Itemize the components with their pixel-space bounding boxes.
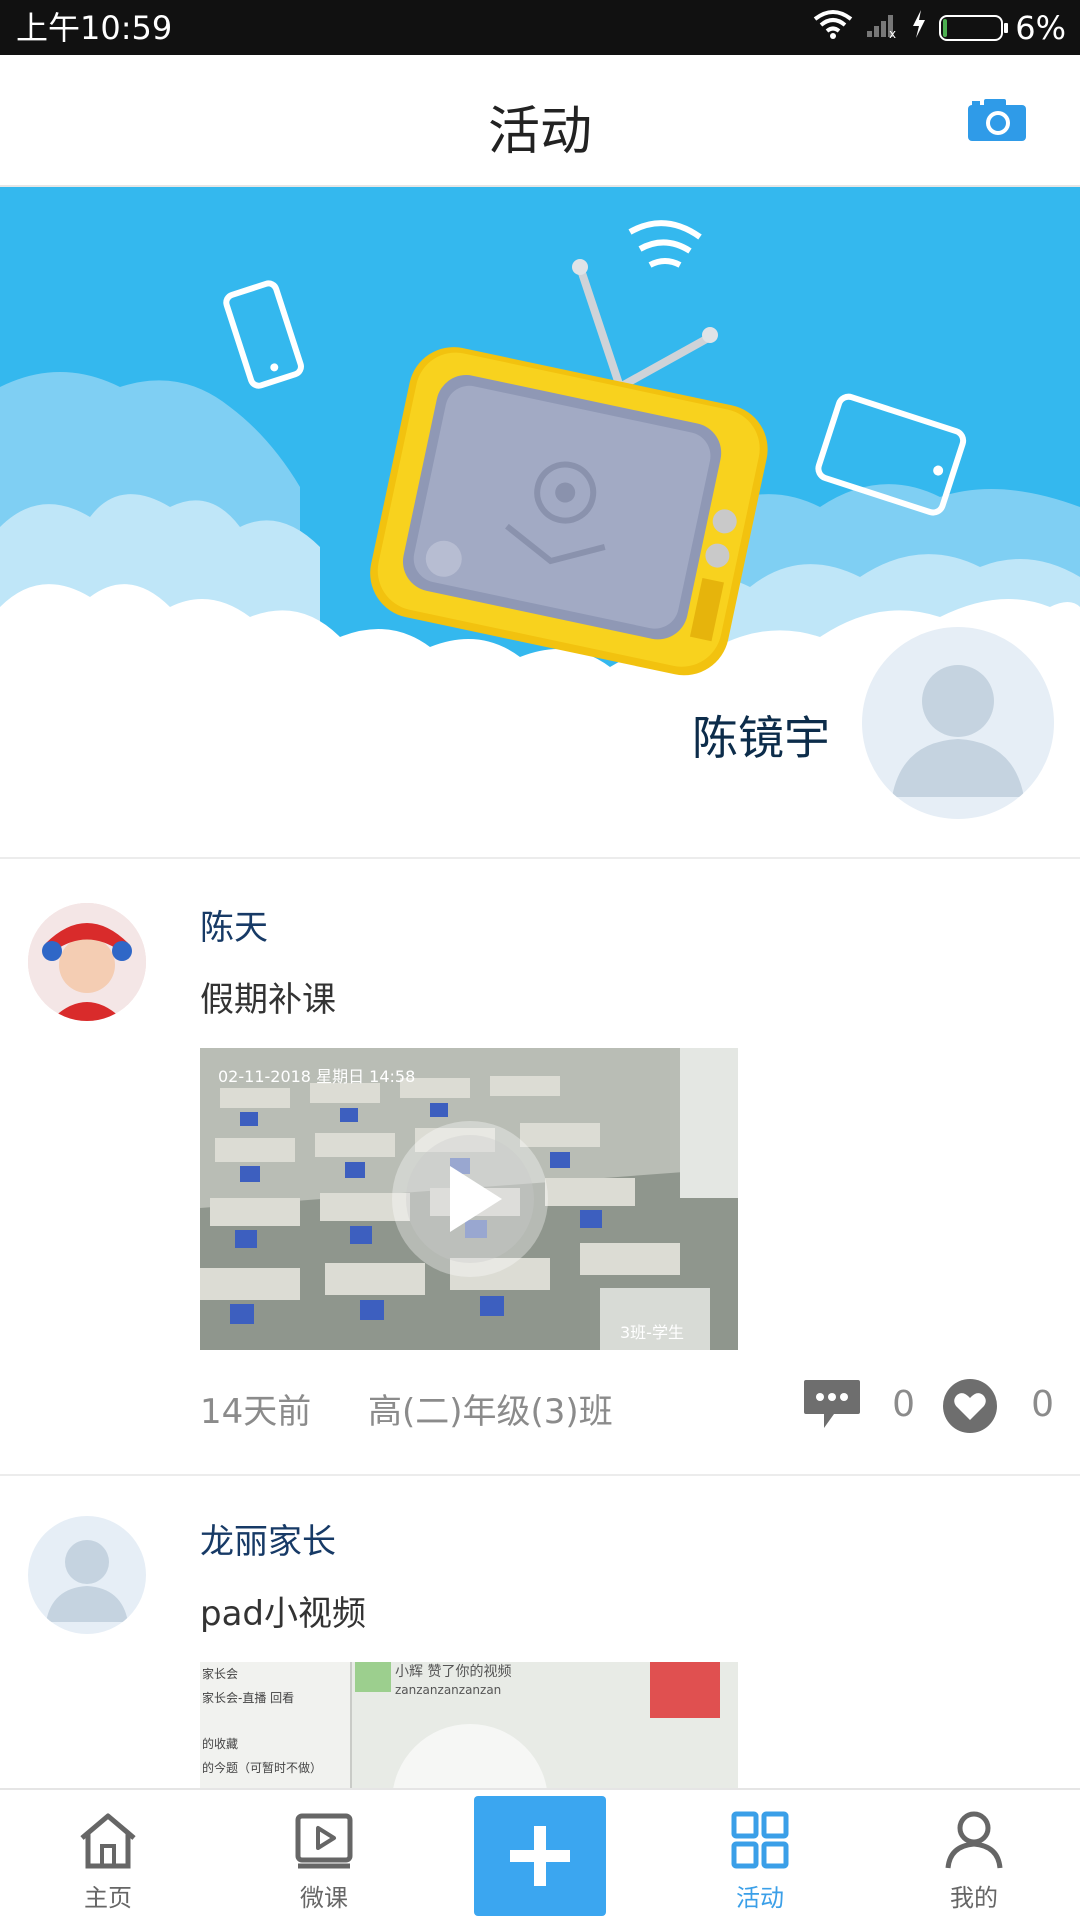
nav-activity[interactable]: 活动 [680, 1790, 840, 1922]
comment-count: 0 [892, 1384, 915, 1425]
signal-icon: x [865, 9, 899, 47]
profile-username: 陈镜宇 [692, 711, 830, 765]
status-bar: 上午10:59 x 6% [0, 0, 1080, 55]
like-icon[interactable] [942, 1378, 998, 1434]
video-icon [292, 1808, 356, 1872]
media-left-line: 的收藏 [202, 1736, 238, 1751]
post-time: 14天前 [200, 1392, 312, 1432]
battery-icon [939, 15, 1009, 41]
grid-icon [728, 1808, 792, 1872]
post-avatar[interactable] [28, 1516, 146, 1634]
post-class[interactable]: 高(二)年级(3)班 [368, 1384, 613, 1433]
app-header: 活动 [0, 55, 1080, 187]
post-author[interactable]: 龙丽家长 [200, 1514, 336, 1563]
post-text: pad小视频 [200, 1594, 366, 1634]
media-left-line: 家长会 [202, 1666, 238, 1681]
add-post-button[interactable] [474, 1796, 606, 1916]
post-video-thumbnail[interactable]: 02-11-2018 星期日 14:58 3班-学生 [200, 1048, 738, 1350]
post-author[interactable]: 陈天 [200, 900, 268, 949]
nav-microlesson[interactable]: 微课 [244, 1790, 404, 1922]
person-icon [942, 1808, 1006, 1872]
media-top-text: 小辉 赞了你的视频 [395, 1664, 511, 1680]
divider [0, 857, 1080, 859]
home-icon [76, 1808, 140, 1872]
video-timestamp: 02-11-2018 星期日 14:58 [218, 1067, 415, 1086]
nav-label: 我的 [950, 1884, 998, 1912]
media-left-line: 家长会-直播 回看 [202, 1690, 294, 1705]
profile-banner: 陈镜宇 [0, 187, 1080, 857]
status-time: 上午10:59 [16, 9, 173, 47]
comment-icon[interactable] [802, 1378, 862, 1432]
wifi-icon [813, 9, 853, 47]
nav-mine[interactable]: 我的 [894, 1790, 1054, 1922]
svg-text:x: x [889, 27, 896, 39]
media-left-line: 的今题（可暂时不做） [202, 1760, 322, 1775]
nav-label: 活动 [736, 1884, 784, 1912]
post-avatar[interactable] [28, 903, 146, 1021]
post-video-thumbnail[interactable]: 小辉 赞了你的视频 zanzanzanzanzan 家长会 家长会-直播 回看 … [200, 1662, 738, 1788]
charging-icon [911, 9, 927, 47]
bottom-nav: 主页 微课 活动 我的 [0, 1788, 1080, 1922]
profile-avatar[interactable] [862, 627, 1054, 819]
page-title: 活动 [487, 102, 592, 162]
camera-icon[interactable] [968, 99, 1026, 141]
battery-percent: 6% [1015, 9, 1066, 47]
plus-icon [510, 1826, 570, 1886]
feed-post: 陈天 假期补课 02-11-2018 星期日 14:58 3班-学生 14天前 … [0, 860, 1080, 1480]
post-text: 假期补课 [200, 980, 336, 1020]
status-right: x 6% [813, 8, 1066, 48]
media-sub-text: zanzanzanzanzan [395, 1683, 501, 1697]
like-count: 0 [1031, 1384, 1054, 1425]
nav-home[interactable]: 主页 [28, 1790, 188, 1922]
nav-label: 主页 [84, 1884, 132, 1912]
nav-label: 微课 [300, 1884, 348, 1912]
feed-post: 龙丽家长 pad小视频 小辉 赞了你的视频 zanzanzanzanzan 家长… [0, 1476, 1080, 1788]
video-caption: 3班-学生 [620, 1323, 684, 1342]
